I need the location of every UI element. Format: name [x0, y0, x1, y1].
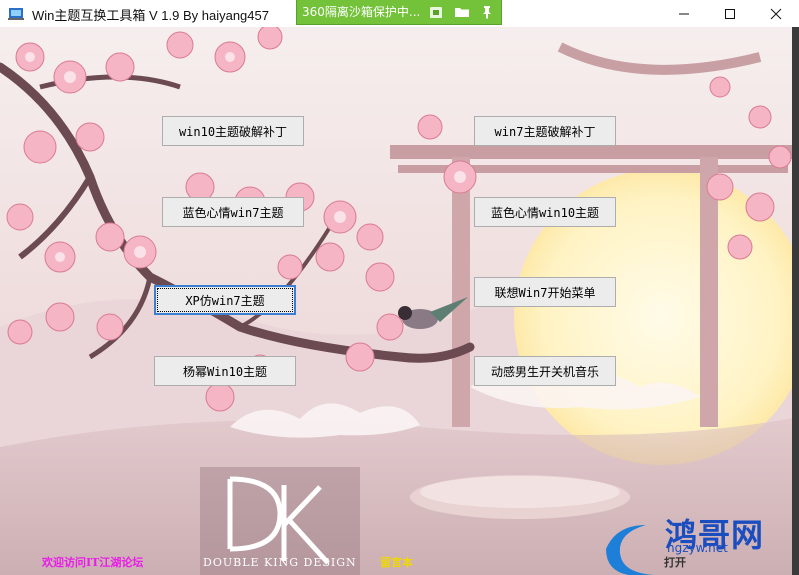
close-icon [770, 8, 782, 20]
visit-forum-link[interactable]: 欢迎访问IT江湖论坛 [42, 554, 143, 570]
main-panel: win10主题破解补丁 win7主题破解补丁 蓝色心情win7主题 蓝色心情wi… [0, 27, 799, 575]
boot-music-button[interactable]: 动感男生开关机音乐 [474, 356, 616, 386]
logo-caption: DOUBLE KING DESIGN [203, 556, 357, 569]
folder-icon[interactable] [453, 3, 471, 21]
background-illustration [0, 27, 799, 575]
guestbook-link[interactable]: 留言本 [380, 554, 413, 570]
minimize-button[interactable] [661, 0, 707, 27]
close-button[interactable] [753, 0, 799, 27]
window-title: Win主题互换工具箱 V 1.9 By haiyang457 [32, 8, 269, 23]
maximize-icon [725, 9, 735, 19]
sandbox-status-bar[interactable]: 360隔离沙箱保护中... [296, 0, 502, 25]
blue-mood-win7-button[interactable]: 蓝色心情win7主题 [162, 197, 304, 227]
double-king-logo [227, 476, 330, 565]
open-link[interactable]: 打开 [664, 554, 686, 570]
title-bar: Win主题互换工具箱 V 1.9 By haiyang457 360隔离沙箱保护… [0, 0, 799, 28]
watermark-url: hgzyw.net [667, 541, 728, 555]
lenovo-start-menu-button[interactable]: 联想Win7开始菜单 [474, 277, 616, 307]
sandbox-shield-icon[interactable] [427, 3, 445, 21]
sandbox-label: 360隔离沙箱保护中... [302, 5, 421, 19]
minimize-icon [679, 13, 689, 15]
pin-icon[interactable] [478, 3, 496, 21]
xp-win7-theme-button[interactable]: XP仿win7主题 [154, 285, 296, 315]
yangmi-win10-button[interactable]: 杨幂Win10主题 [154, 356, 296, 386]
blue-mood-win10-button[interactable]: 蓝色心情win10主题 [474, 197, 616, 227]
app-icon [8, 8, 24, 20]
maximize-button[interactable] [707, 0, 753, 27]
background-edge-strip [792, 27, 799, 575]
win10-patch-button[interactable]: win10主题破解补丁 [162, 116, 304, 146]
win7-patch-button[interactable]: win7主题破解补丁 [474, 116, 616, 146]
